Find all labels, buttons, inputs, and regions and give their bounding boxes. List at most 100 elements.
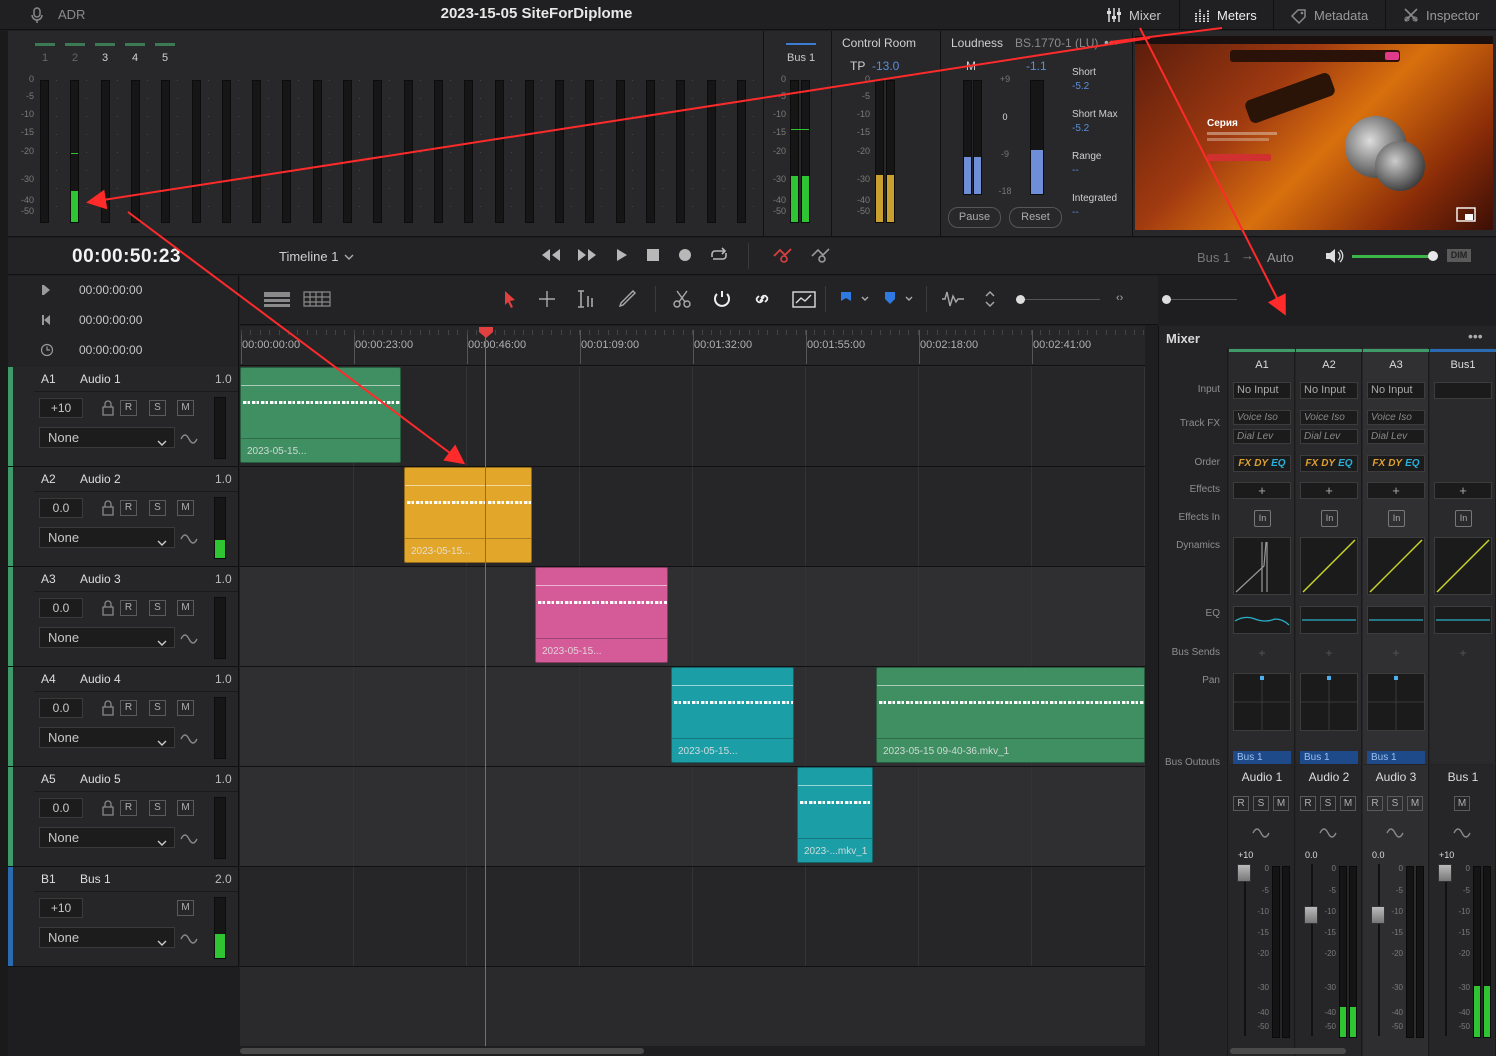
zoom-horizontal-icon[interactable]: ‹›: [1116, 292, 1123, 304]
pip-icon[interactable]: [1455, 206, 1479, 224]
link-icon[interactable]: [751, 288, 773, 310]
record-arm-button[interactable]: R: [1300, 796, 1316, 811]
track-fx-dial-lev[interactable]: Dial Lev: [1233, 429, 1291, 444]
bus-send-add[interactable]: +: [1229, 646, 1295, 660]
playhead-line[interactable]: [485, 336, 486, 1046]
strip-volume[interactable]: +10: [1439, 850, 1454, 860]
track-fx-dial-lev[interactable]: Dial Lev: [1300, 429, 1358, 444]
automation-curve-icon[interactable]: [180, 929, 200, 945]
solo-button[interactable]: S: [1387, 796, 1403, 811]
meters-button[interactable]: Meters: [1183, 0, 1267, 30]
track-volume-field[interactable]: 0.0: [39, 698, 83, 718]
add-effect-button[interactable]: +: [1233, 482, 1291, 499]
flag-icon[interactable]: [838, 290, 872, 308]
mixer-input-select[interactable]: No Input: [1367, 382, 1425, 399]
fader-handle[interactable]: [1371, 906, 1385, 924]
bus-output-tag[interactable]: Bus 1: [1233, 751, 1291, 764]
dynamics-graph[interactable]: [1434, 537, 1492, 595]
effects-in-button[interactable]: In: [1254, 510, 1271, 527]
add-effect-button[interactable]: +: [1367, 482, 1425, 499]
loudness-standard[interactable]: BS.1770-1 (LU): [1015, 36, 1098, 50]
track-fx-voice-iso[interactable]: Voice Iso: [1233, 410, 1291, 425]
mute-button[interactable]: M: [177, 600, 194, 616]
effects-in-button[interactable]: In: [1455, 510, 1472, 527]
mute-button[interactable]: M: [177, 900, 194, 916]
eq-graph[interactable]: [1434, 606, 1492, 634]
track-input-select[interactable]: None: [39, 727, 175, 748]
metadata-button[interactable]: Metadata: [1280, 0, 1378, 30]
track-fx-dial-lev[interactable]: Dial Lev: [1367, 429, 1425, 444]
strip-volume[interactable]: +10: [1238, 850, 1253, 860]
bus-output-tag[interactable]: Bus 1: [1367, 751, 1425, 764]
record-icon[interactable]: [676, 246, 694, 264]
solo-button[interactable]: S: [1320, 796, 1336, 811]
automation-record-icon[interactable]: [772, 246, 798, 264]
automation-curve-icon[interactable]: [180, 729, 200, 745]
solo-button[interactable]: S: [1253, 796, 1269, 811]
mixer-scroll-thumb[interactable]: [1230, 1048, 1346, 1054]
main-timecode[interactable]: 00:00:50:23: [72, 246, 181, 268]
effects-in-button[interactable]: In: [1388, 510, 1405, 527]
fader-handle[interactable]: [1304, 906, 1318, 924]
mute-button[interactable]: M: [1407, 796, 1423, 811]
vertical-zoom-slider[interactable]: [1020, 299, 1100, 300]
strip-volume[interactable]: 0.0: [1305, 850, 1318, 860]
track-input-select[interactable]: None: [39, 527, 175, 548]
pause-button[interactable]: Pause: [948, 207, 1001, 228]
fader-handle[interactable]: [1438, 864, 1452, 882]
lock-icon[interactable]: [101, 400, 115, 416]
out-timecode[interactable]: 00:00:00:00: [79, 313, 142, 327]
grid-view-icon[interactable]: [303, 290, 331, 308]
mute-button[interactable]: M: [177, 400, 194, 416]
lock-icon[interactable]: [101, 800, 115, 816]
track-name[interactable]: Audio 1: [80, 372, 121, 386]
pan-control[interactable]: [1233, 673, 1291, 731]
order-button[interactable]: FX DY EQ: [1367, 455, 1425, 472]
reset-button[interactable]: Reset: [1009, 207, 1062, 228]
record-arm-button[interactable]: R: [120, 500, 137, 516]
mixer-options-icon[interactable]: •••: [1468, 328, 1483, 344]
strip-volume[interactable]: 0.0: [1372, 850, 1385, 860]
transport-bus-label[interactable]: Bus 1: [1197, 250, 1230, 265]
automation-curve-icon[interactable]: [180, 529, 200, 545]
duration-timecode[interactable]: 00:00:00:00: [79, 343, 142, 357]
dynamics-graph[interactable]: [1367, 537, 1425, 595]
eq-graph[interactable]: [1367, 606, 1425, 634]
pan-control[interactable]: [1367, 673, 1425, 731]
track-gain[interactable]: 1.0: [215, 572, 232, 586]
order-button[interactable]: FX DY EQ: [1300, 455, 1358, 472]
pointer-tool-icon[interactable]: [500, 289, 520, 309]
monitor-volume-handle[interactable]: [1428, 251, 1438, 261]
mixer-input-select[interactable]: [1434, 382, 1492, 399]
timeline-scroll-thumb[interactable]: [240, 1048, 644, 1054]
audio-clip[interactable]: 2023-05-15...: [671, 667, 794, 763]
dynamics-graph[interactable]: [1300, 537, 1358, 595]
automation-curve-icon[interactable]: [1252, 823, 1272, 839]
pencil-tool-icon[interactable]: [616, 288, 640, 310]
mixer-input-select[interactable]: No Input: [1300, 382, 1358, 399]
track-gain[interactable]: 1.0: [215, 672, 232, 686]
snap-icon[interactable]: [711, 288, 733, 310]
range-tool-icon[interactable]: [536, 289, 558, 309]
speaker-icon[interactable]: [1324, 247, 1344, 265]
order-button[interactable]: FX DY EQ: [1233, 455, 1291, 472]
record-arm-button[interactable]: R: [1367, 796, 1383, 811]
mixer-input-select[interactable]: No Input: [1233, 382, 1291, 399]
loop-icon[interactable]: [708, 246, 730, 264]
fader-handle[interactable]: [1237, 864, 1251, 882]
solo-button[interactable]: S: [149, 700, 166, 716]
lock-icon[interactable]: [101, 600, 115, 616]
track-volume-field[interactable]: 0.0: [39, 798, 83, 818]
solo-button[interactable]: S: [149, 500, 166, 516]
record-arm-button[interactable]: R: [120, 700, 137, 716]
solo-button[interactable]: S: [149, 600, 166, 616]
audio-clip[interactable]: 2023-05-15...: [535, 567, 668, 663]
automation-curve-icon[interactable]: [1453, 823, 1473, 839]
trim-tool-icon[interactable]: [574, 288, 600, 310]
track-volume-field[interactable]: +10: [39, 898, 83, 918]
mute-button[interactable]: M: [1340, 796, 1356, 811]
track-gain[interactable]: 1.0: [215, 772, 232, 786]
automation-curve-icon[interactable]: [1319, 823, 1339, 839]
track-gain[interactable]: 1.0: [215, 372, 232, 386]
mute-button[interactable]: M: [1273, 796, 1289, 811]
